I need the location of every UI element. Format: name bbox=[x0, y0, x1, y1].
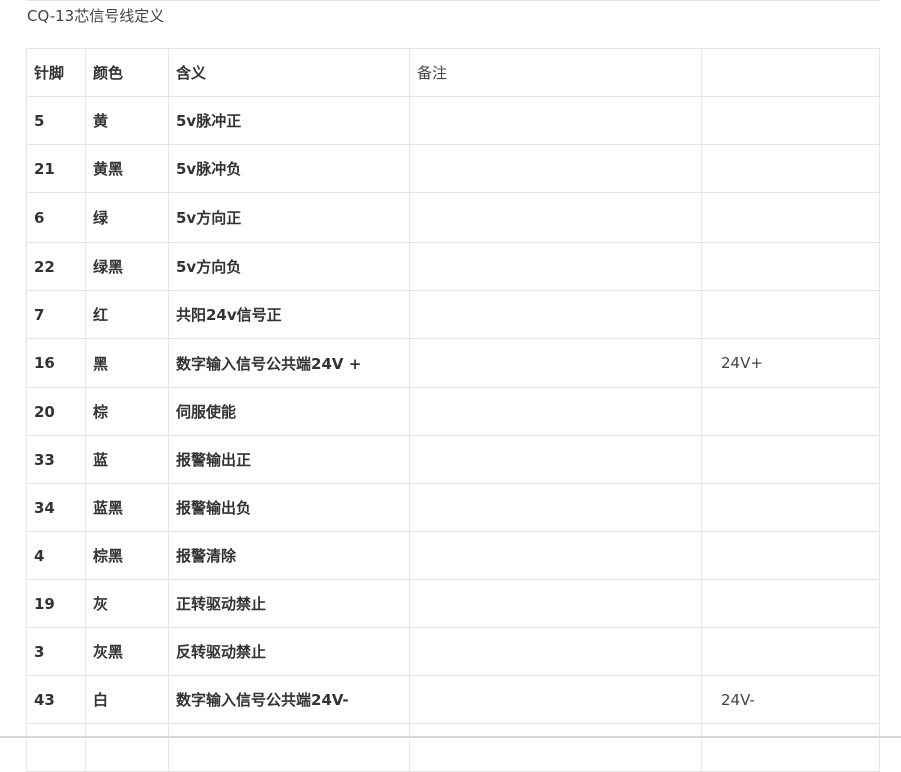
pin-cell: 6 bbox=[26, 192, 86, 243]
table-body: 针脚 颜色 含义 备注 5 黄 5v脉冲正 21 黄黑 5v脉冲负 6 绿 5v… bbox=[26, 48, 880, 772]
extra-cell bbox=[701, 627, 880, 676]
meaning-cell: 数字输入信号公共端24V + bbox=[168, 338, 410, 388]
color-cell: 黑 bbox=[85, 338, 169, 388]
table-row: 33 蓝 报警输出正 bbox=[26, 435, 880, 484]
pin-cell bbox=[26, 723, 86, 772]
meaning-cell: 数字输入信号公共端24V- bbox=[168, 675, 410, 724]
remark-cell bbox=[409, 483, 702, 532]
table-row: 22 绿黑 5v方向负 bbox=[26, 242, 880, 291]
extra-cell bbox=[701, 387, 880, 436]
remark-cell bbox=[409, 531, 702, 580]
remark-cell bbox=[409, 96, 702, 145]
meaning-cell: 报警输出负 bbox=[168, 483, 410, 532]
table-row: 43 白 数字输入信号公共端24V- 24V- bbox=[26, 675, 880, 724]
meaning-cell: 报警清除 bbox=[168, 531, 410, 580]
extra-cell bbox=[701, 290, 880, 339]
extra-cell: 24V+ bbox=[701, 338, 880, 388]
table-row: 5 黄 5v脉冲正 bbox=[26, 96, 880, 145]
table-row: 20 棕 伺服使能 bbox=[26, 387, 880, 436]
table-row: 6 绿 5v方向正 bbox=[26, 192, 880, 243]
table-row bbox=[26, 723, 880, 772]
remark-cell bbox=[409, 723, 702, 772]
table-row: 21 黄黑 5v脉冲负 bbox=[26, 144, 880, 193]
extra-cell bbox=[701, 242, 880, 291]
pin-cell: 3 bbox=[26, 627, 86, 676]
table-header-row: 针脚 颜色 含义 备注 bbox=[26, 48, 880, 97]
remark-cell bbox=[409, 675, 702, 724]
meaning-cell: 5v方向负 bbox=[168, 242, 410, 291]
remark-cell bbox=[409, 579, 702, 628]
header-color: 颜色 bbox=[85, 48, 169, 97]
extra-cell: 24V- bbox=[701, 675, 880, 724]
remark-cell bbox=[409, 144, 702, 193]
color-cell bbox=[85, 723, 169, 772]
pin-cell: 21 bbox=[26, 144, 86, 193]
color-cell: 蓝 bbox=[85, 435, 169, 484]
pin-cell: 20 bbox=[26, 387, 86, 436]
meaning-cell: 共阳24v信号正 bbox=[168, 290, 410, 339]
color-cell: 灰 bbox=[85, 579, 169, 628]
extra-cell bbox=[701, 96, 880, 145]
color-cell: 绿黑 bbox=[85, 242, 169, 291]
remark-cell bbox=[409, 290, 702, 339]
remark-cell bbox=[409, 338, 702, 388]
extra-cell bbox=[701, 192, 880, 243]
top-divider bbox=[26, 0, 880, 1]
header-extra bbox=[701, 48, 880, 97]
meaning-cell: 反转驱动禁止 bbox=[168, 627, 410, 676]
meaning-cell: 5v脉冲负 bbox=[168, 144, 410, 193]
header-pin: 针脚 bbox=[26, 48, 86, 97]
pin-cell: 22 bbox=[26, 242, 86, 291]
meaning-cell bbox=[168, 723, 410, 772]
pin-cell: 7 bbox=[26, 290, 86, 339]
color-cell: 绿 bbox=[85, 192, 169, 243]
extra-cell bbox=[701, 531, 880, 580]
meaning-cell: 报警输出正 bbox=[168, 435, 410, 484]
meaning-cell: 正转驱动禁止 bbox=[168, 579, 410, 628]
remark-cell bbox=[409, 627, 702, 676]
pin-cell: 34 bbox=[26, 483, 86, 532]
pin-cell: 5 bbox=[26, 96, 86, 145]
remark-cell bbox=[409, 242, 702, 291]
extra-cell bbox=[701, 483, 880, 532]
remark-cell bbox=[409, 192, 702, 243]
header-remark: 备注 bbox=[409, 48, 702, 97]
table-row: 3 灰黑 反转驱动禁止 bbox=[26, 627, 880, 676]
pin-cell: 19 bbox=[26, 579, 86, 628]
table-row: 7 红 共阳24v信号正 bbox=[26, 290, 880, 339]
pin-cell: 43 bbox=[26, 675, 86, 724]
signal-definition-table: 针脚 颜色 含义 备注 5 黄 5v脉冲正 21 黄黑 5v脉冲负 6 绿 5v… bbox=[26, 48, 880, 772]
pin-cell: 33 bbox=[26, 435, 86, 484]
extra-cell bbox=[701, 435, 880, 484]
meaning-cell: 5v方向正 bbox=[168, 192, 410, 243]
remark-cell bbox=[409, 387, 702, 436]
color-cell: 黄黑 bbox=[85, 144, 169, 193]
table-row: 4 棕黑 报警清除 bbox=[26, 531, 880, 580]
extra-cell bbox=[701, 579, 880, 628]
color-cell: 棕黑 bbox=[85, 531, 169, 580]
pin-cell: 16 bbox=[26, 338, 86, 388]
remark-cell bbox=[409, 435, 702, 484]
color-cell: 蓝黑 bbox=[85, 483, 169, 532]
meaning-cell: 伺服使能 bbox=[168, 387, 410, 436]
table-row: 34 蓝黑 报警输出负 bbox=[26, 483, 880, 532]
meaning-cell: 5v脉冲正 bbox=[168, 96, 410, 145]
table-row: 16 黑 数字输入信号公共端24V + 24V+ bbox=[26, 338, 880, 388]
extra-cell bbox=[701, 144, 880, 193]
color-cell: 红 bbox=[85, 290, 169, 339]
color-cell: 黄 bbox=[85, 96, 169, 145]
color-cell: 灰黑 bbox=[85, 627, 169, 676]
color-cell: 棕 bbox=[85, 387, 169, 436]
header-meaning: 含义 bbox=[168, 48, 410, 97]
table-row: 19 灰 正转驱动禁止 bbox=[26, 579, 880, 628]
page-title: CQ-13芯信号线定义 bbox=[27, 7, 165, 25]
pin-cell: 4 bbox=[26, 531, 86, 580]
extra-cell bbox=[701, 723, 880, 772]
color-cell: 白 bbox=[85, 675, 169, 724]
